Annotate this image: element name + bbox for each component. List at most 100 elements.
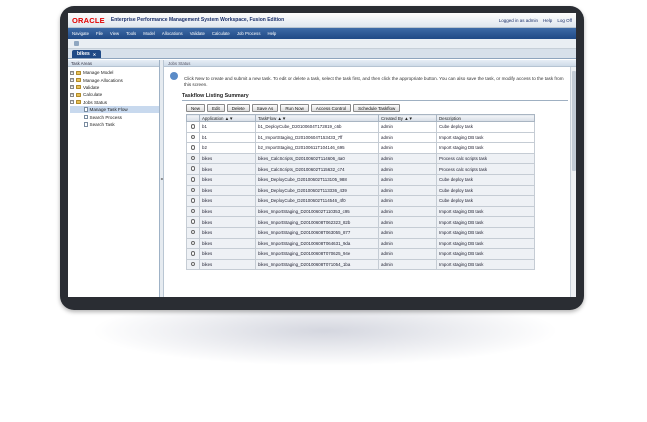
cell-created-by: admin [378, 163, 437, 175]
cell-description: Import staging DB task [436, 216, 535, 228]
row-radio[interactable] [190, 208, 196, 214]
table-row[interactable]: bikes bikes_ImportStaging_D20100602T11035… [186, 205, 535, 218]
tree-label: Jobs Status [83, 99, 108, 105]
expand-icon[interactable]: + [70, 78, 74, 83]
workspace: Task Areas + Manage Model + Manage Allocat… [68, 60, 576, 297]
menu-calculate[interactable]: Calculate [212, 31, 230, 36]
cell-taskflow: bikes_CalcScripts_D20100602T115632_c74 [255, 163, 379, 175]
tree-label: Search Process [89, 114, 122, 120]
cell-application: bikes [199, 184, 256, 197]
cell-created-by: admin [378, 248, 437, 260]
row-radio[interactable] [190, 134, 196, 140]
menu-view[interactable]: View [110, 31, 119, 36]
row-radio[interactable] [190, 177, 196, 182]
cell-created-by: admin [378, 205, 437, 218]
folder-icon [76, 92, 81, 97]
tree-item-search-process[interactable]: Search Process [70, 113, 159, 120]
tree-item-calculate[interactable]: + Calculate [70, 91, 159, 98]
cell-created-by: admin [378, 121, 437, 133]
scrollbar-thumb[interactable] [572, 71, 576, 171]
table-row[interactable]: bikes bikes_DeployCube_D20100602T114546_4… [186, 195, 535, 207]
save-as-button[interactable]: Save As [251, 104, 279, 112]
close-icon[interactable]: ✕ [93, 52, 96, 57]
cell-taskflow: b2_ImportStaging_D20100611T104146_695 [255, 142, 379, 154]
tree-item-manage-allocations[interactable]: + Manage Allocations [70, 76, 159, 83]
logoff-link[interactable]: Log Off [557, 18, 572, 23]
tab-bikes[interactable]: bikes ✕ [72, 50, 102, 58]
cell-created-by: admin [378, 237, 437, 250]
table-row[interactable]: b2 b2_ImportStaging_D20100611T104146_695 a… [186, 142, 535, 154]
menu-job-process[interactable]: Job Process [237, 31, 261, 36]
menu-file[interactable]: File [96, 31, 103, 36]
tree-item-validate[interactable]: + Validate [70, 84, 159, 91]
menu-validate[interactable]: Validate [190, 31, 205, 36]
tree-item-search-task[interactable]: Search Task [70, 121, 159, 128]
access-control-button[interactable]: Access Control [310, 104, 352, 112]
menu-tools[interactable]: Tools [126, 31, 136, 36]
table-row[interactable]: bikes bikes_ImportStaging_D20100608T07105… [186, 258, 535, 271]
row-select-cell [186, 173, 200, 186]
run-now-button[interactable]: Run Now [280, 104, 309, 112]
tree-label: Manage Model [83, 70, 114, 76]
row-select-cell [186, 152, 200, 165]
row-radio[interactable] [190, 145, 196, 150]
document-icon [84, 122, 88, 127]
table-row[interactable]: b1 b1_DeployCube_D20100604T172819_c6b admi… [186, 121, 535, 133]
expand-icon[interactable]: + [70, 85, 74, 90]
home-icon[interactable] [74, 41, 79, 46]
row-radio[interactable] [190, 124, 196, 129]
table-row[interactable]: bikes bikes_DeployCube_D20100602T113336_4… [186, 184, 535, 197]
cell-taskflow: bikes_ImportStaging_D20100608T064631_9da [255, 237, 379, 250]
collapse-arrow-icon[interactable]: ◂ [160, 176, 162, 181]
cell-application: b2 [199, 142, 256, 154]
table-row[interactable]: bikes bikes_ImportStaging_D20100608T06463… [186, 237, 535, 250]
help-link[interactable]: Help [543, 18, 552, 23]
table-row[interactable]: b1 b1_ImportStaging_D20100604T153433_7ff a… [186, 131, 535, 144]
schedule-taskflow-button[interactable]: Schedule Taskflow [353, 104, 401, 112]
table-row[interactable]: bikes bikes_CalcScripts_D20100602T114606_… [186, 152, 535, 165]
collapse-icon[interactable]: − [70, 100, 74, 105]
row-radio[interactable] [190, 166, 196, 171]
row-radio[interactable] [190, 187, 196, 193]
cell-created-by: admin [378, 195, 437, 207]
row-radio[interactable] [190, 198, 196, 203]
table-row[interactable]: bikes bikes_ImportStaging_D20100608T06305… [186, 226, 535, 239]
tree-item-jobs-status[interactable]: − Jobs Status [70, 99, 159, 106]
row-select-cell [186, 184, 200, 197]
row-radio[interactable] [190, 261, 196, 267]
row-radio[interactable] [190, 219, 196, 224]
expand-icon[interactable]: + [70, 92, 74, 97]
edit-button[interactable]: Edit [207, 104, 225, 112]
vertical-scrollbar[interactable] [570, 67, 576, 297]
table-row[interactable]: bikes bikes_ImportStaging_D20100608T06232… [186, 216, 535, 228]
tree-item-manage-task-flow[interactable]: Manage Task Flow [70, 105, 159, 114]
logged-in-label: Logged in as admin [498, 17, 539, 23]
cell-application: bikes [199, 163, 256, 175]
cell-taskflow: bikes_ImportStaging_D20100608T071054_1ba [255, 258, 379, 271]
row-select-cell [186, 205, 200, 218]
column-header-application[interactable]: Application ▲▼ [199, 114, 256, 122]
table-row[interactable]: bikes bikes_CalcScripts_D20100602T115632_… [186, 163, 535, 175]
column-header-taskflow[interactable]: TaskFlow ▲▼ [255, 114, 379, 122]
cell-application: bikes [199, 152, 256, 165]
menu-navigate[interactable]: Navigate [72, 31, 89, 36]
cell-taskflow: b1_ImportStaging_D20100604T153433_7ff [255, 131, 379, 144]
menu-allocations[interactable]: Allocations [162, 31, 183, 36]
select-column-header [186, 114, 200, 122]
expand-icon[interactable]: + [70, 70, 74, 75]
column-header-created-by[interactable]: Created By ▲▼ [378, 114, 437, 122]
menu-model[interactable]: Model [143, 31, 155, 36]
delete-button[interactable]: Delete [226, 104, 250, 112]
table-row[interactable]: bikes bikes_ImportStaging_D20100608T07062… [186, 248, 535, 260]
menu-help[interactable]: Help [267, 31, 276, 36]
new-button[interactable]: New [186, 104, 206, 112]
tree-item-manage-model[interactable]: + Manage Model [70, 69, 159, 76]
row-radio[interactable] [190, 229, 196, 235]
row-radio[interactable] [190, 251, 196, 256]
cell-application: bikes [199, 173, 256, 186]
row-select-cell [186, 237, 200, 250]
row-select-cell [186, 248, 200, 260]
row-radio[interactable] [190, 155, 196, 161]
row-radio[interactable] [190, 240, 196, 246]
table-row[interactable]: bikes bikes_DeployCube_D20100602T113105_9… [186, 173, 535, 186]
